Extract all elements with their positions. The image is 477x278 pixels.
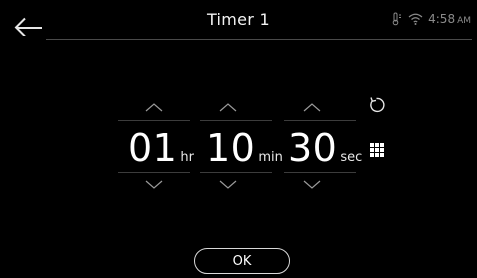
minutes-down-button[interactable] [200,174,272,196]
chevron-up-icon [219,103,237,112]
minutes-up-button[interactable] [200,96,272,118]
seconds-up-button[interactable] [284,96,356,118]
chevron-up-icon [303,103,321,112]
minutes-number: 10 [206,126,256,170]
status-time: 4:58 AM [428,12,471,26]
header-bar: Timer 1 4:58 AM [0,0,477,44]
minutes-top-divider [200,120,272,121]
reset-icon [370,97,385,113]
hours-up-button[interactable] [118,96,190,118]
minutes-bottom-divider [200,172,272,173]
status-time-value: 4:58 [428,12,456,26]
seconds-down-button[interactable] [284,174,356,196]
hours-top-divider [118,120,190,121]
thermometer-icon [392,12,402,26]
hours-value[interactable]: 01 hr [128,126,194,170]
status-ampm: AM [457,16,471,26]
seconds-unit: sec [340,150,363,165]
seconds-bottom-divider [284,172,356,173]
keypad-icon [370,143,384,157]
reset-button[interactable] [366,94,388,116]
ok-button[interactable]: OK [194,248,290,274]
hours-unit: hr [180,150,194,165]
wifi-icon [408,13,423,25]
hours-down-button[interactable] [118,174,190,196]
status-bar: 4:58 AM [391,12,471,26]
minutes-unit: min [258,150,283,165]
keypad-button[interactable] [369,142,385,158]
chevron-up-icon [145,103,163,112]
seconds-number: 30 [288,126,338,170]
seconds-value[interactable]: 30 sec [288,126,362,170]
hours-number: 01 [128,126,178,170]
seconds-top-divider [284,120,356,121]
chevron-down-icon [219,180,237,189]
chevron-down-icon [145,180,163,189]
chevron-down-icon [303,180,321,189]
minutes-value[interactable]: 10 min [206,126,283,170]
hours-bottom-divider [118,172,190,173]
header-divider [46,39,472,40]
